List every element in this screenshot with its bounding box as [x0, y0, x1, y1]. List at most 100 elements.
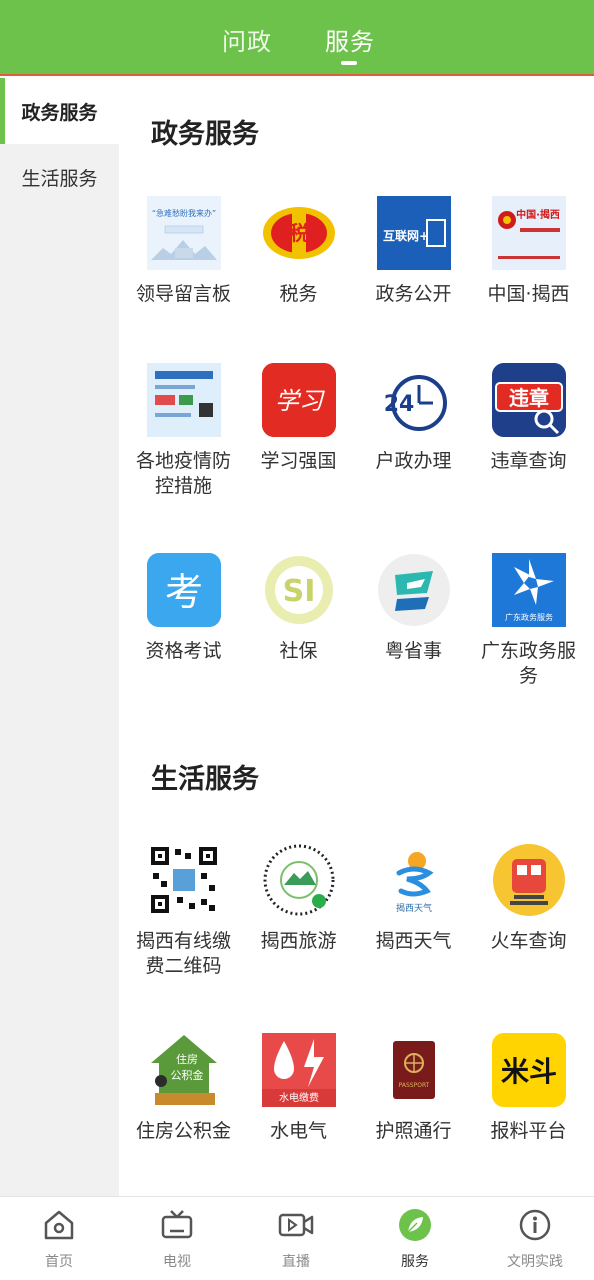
- sidebar-item-government[interactable]: 政务服务: [0, 78, 119, 144]
- service-label: 税务: [279, 283, 318, 305]
- svg-text:广东政务服务: 广东政务服务: [505, 612, 553, 622]
- service-label: 户政办理: [375, 450, 452, 472]
- svg-text:税: 税: [289, 221, 309, 245]
- exam-icon: 考: [146, 553, 221, 627]
- service-label: 揭西旅游: [260, 930, 337, 952]
- internet-gov-icon: 互联网+: [376, 196, 451, 270]
- svg-text:公积金: 公积金: [170, 1068, 203, 1082]
- tourism-miniprogram-icon: [261, 843, 336, 917]
- service-label: 粤省事: [384, 640, 442, 662]
- svg-text:违章: 违章: [509, 386, 549, 410]
- nav-service[interactable]: 服务: [356, 1197, 474, 1280]
- svg-text:揭西天气: 揭西天气: [395, 902, 431, 914]
- home-icon: [41, 1207, 77, 1243]
- service-label: 政务公开: [375, 283, 452, 305]
- service-label: 住房公积金: [135, 1120, 231, 1142]
- svg-text:学习: 学习: [275, 387, 325, 415]
- svg-text:中国·揭西: 中国·揭西: [516, 208, 560, 221]
- section-title-government: 政务服务: [151, 119, 259, 150]
- service-label: 揭西有线缴费二维码: [135, 930, 231, 977]
- nav-civilization-practice[interactable]: 文明实践: [476, 1197, 594, 1280]
- svg-text:PASSPORT: PASSPORT: [398, 1082, 429, 1089]
- china-jiexi-icon: 中国·揭西: [491, 196, 566, 270]
- nav-label: 电视: [163, 1254, 191, 1270]
- qr-code-icon: [146, 843, 221, 917]
- section-title-life: 生活服务: [151, 764, 259, 795]
- service-content: 政务服务 “急难愁盼我来办” 领导留言板 税 税务 互联网+ 政务公开 中国·揭…: [119, 78, 594, 1196]
- service-report-platform[interactable]: 米斗 报料平台: [471, 1033, 586, 1144]
- nav-home[interactable]: 首页: [0, 1197, 118, 1280]
- sidebar-item-label: 生活服务: [21, 167, 98, 190]
- nav-label: 服务: [401, 1254, 429, 1270]
- tax-emblem-icon: 税: [262, 196, 336, 270]
- tab-fuwu[interactable]: 服务: [325, 22, 375, 57]
- message-board-icon-text: “急难愁盼我来办”: [151, 208, 215, 218]
- service-label: 违章查询: [490, 450, 567, 472]
- active-tab-indicator: [341, 61, 357, 65]
- service-label: 中国·揭西: [487, 283, 570, 305]
- service-label: 广东政务服务: [480, 640, 576, 687]
- 24-hours-icon: 24: [376, 363, 451, 437]
- service-label: 火车查询: [490, 930, 567, 952]
- service-household-registration[interactable]: 24 户政办理: [356, 363, 471, 474]
- service-housing-fund[interactable]: 住房 公积金 住房公积金: [126, 1033, 241, 1144]
- category-sidebar: 政务服务 生活服务: [0, 78, 119, 1196]
- service-label: 资格考试: [145, 640, 222, 662]
- service-train-query[interactable]: 火车查询: [471, 843, 586, 954]
- service-violation-query[interactable]: 违章 违章查询: [471, 363, 586, 474]
- weather-icon: 揭西天气: [376, 843, 451, 917]
- live-video-icon: [278, 1207, 314, 1243]
- service-jiexi-weather[interactable]: 揭西天气 揭西天气: [356, 843, 471, 954]
- social-security-icon: SI: [261, 553, 336, 627]
- svg-text:考: 考: [164, 570, 202, 614]
- service-passport[interactable]: PASSPORT 护照通行: [356, 1033, 471, 1144]
- service-label: 领导留言板: [135, 283, 231, 305]
- tab-wenzheng[interactable]: 问政: [222, 22, 272, 57]
- service-guangdong-gov[interactable]: 广东政务服务 广东政务服务: [471, 553, 586, 689]
- service-label: 学习强国: [260, 450, 337, 472]
- yueshengshi-icon: [376, 553, 451, 627]
- service-label: 护照通行: [375, 1120, 452, 1142]
- service-qualification-exam[interactable]: 考 资格考试: [126, 553, 241, 664]
- top-header: 问政 服务: [0, 0, 594, 76]
- service-china-jiexi[interactable]: 中国·揭西 中国·揭西: [471, 196, 586, 307]
- sidebar-active-marker: [0, 78, 5, 144]
- nav-tv[interactable]: 电视: [118, 1197, 236, 1280]
- service-label: 报料平台: [490, 1120, 567, 1142]
- svg-text:互联网+: 互联网+: [383, 229, 429, 243]
- svg-text:SI: SI: [282, 574, 315, 609]
- nav-label: 直播: [282, 1254, 310, 1270]
- service-label: 水电气: [269, 1120, 327, 1142]
- service-tax[interactable]: 税 税务: [241, 196, 356, 307]
- service-gov-public[interactable]: 互联网+ 政务公开: [356, 196, 471, 307]
- message-board-icon: “急难愁盼我来办”: [146, 196, 221, 270]
- service-label: 揭西天气: [375, 930, 452, 952]
- service-yueshengshi[interactable]: 粤省事: [356, 553, 471, 664]
- service-xuexi-qiangguo[interactable]: 学习 学习强国: [241, 363, 356, 474]
- passport-icon: PASSPORT: [376, 1033, 451, 1107]
- info-icon: [517, 1207, 553, 1243]
- report-platform-icon: 米斗: [491, 1033, 566, 1107]
- service-leader-message-board[interactable]: “急难愁盼我来办” 领导留言板: [126, 196, 241, 307]
- leaf-service-icon: [397, 1207, 433, 1243]
- service-social-security[interactable]: SI 社保: [241, 553, 356, 664]
- train-icon: [491, 843, 566, 917]
- service-epidemic-measures[interactable]: 各地疫情防控措施: [126, 363, 241, 499]
- sidebar-item-life[interactable]: 生活服务: [0, 144, 119, 210]
- nav-live[interactable]: 直播: [237, 1197, 355, 1280]
- housing-fund-icon: 住房 公积金: [146, 1033, 221, 1107]
- epidemic-notice-icon: [146, 363, 221, 437]
- sidebar-item-label: 政务服务: [21, 101, 98, 124]
- svg-text:住房: 住房: [176, 1052, 198, 1066]
- xuexi-icon: 学习: [261, 363, 336, 437]
- violation-search-icon: 违章: [491, 363, 566, 437]
- guangdong-gov-icon: 广东政务服务: [491, 553, 566, 627]
- service-label: 社保: [279, 640, 318, 662]
- service-jiexi-tourism[interactable]: 揭西旅游: [241, 843, 356, 954]
- service-cable-payment-qr[interactable]: 揭西有线缴费二维码: [126, 843, 241, 979]
- service-label: 各地疫情防控措施: [135, 450, 231, 497]
- svg-text:24: 24: [383, 392, 414, 417]
- svg-text:米斗: 米斗: [500, 1055, 556, 1088]
- service-utilities[interactable]: 水电缴费 水电气: [241, 1033, 356, 1144]
- nav-label: 文明实践: [507, 1254, 563, 1270]
